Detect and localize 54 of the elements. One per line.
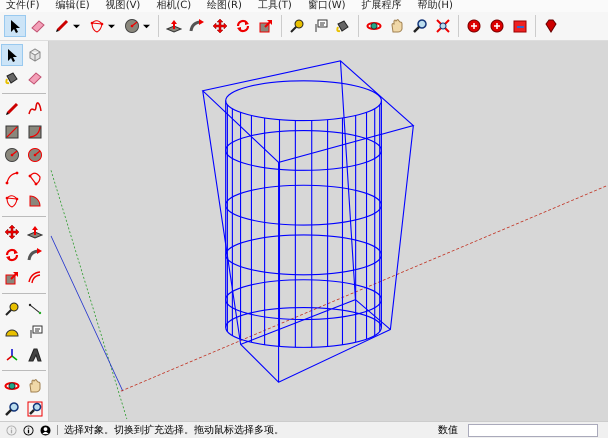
polygon-icon	[27, 147, 43, 163]
hand-icon	[389, 18, 405, 34]
zoom-icon	[4, 401, 20, 417]
circle-icon	[124, 18, 140, 34]
circle-icon	[4, 147, 20, 163]
axes-icon	[4, 347, 20, 363]
arc-icon	[89, 18, 105, 34]
hand-icon	[27, 378, 43, 394]
caret-icon	[73, 22, 80, 30]
freehand-icon	[27, 101, 43, 117]
arc-icon	[4, 170, 20, 186]
value-label: 数值	[438, 424, 458, 437]
menu-item[interactable]: 工具(T)	[258, 0, 292, 12]
cursor-tool-button[interactable]	[4, 15, 26, 37]
offset-icon	[27, 270, 43, 286]
arc-icon	[4, 193, 20, 209]
cursor-tool-button[interactable]	[1, 44, 23, 66]
rotate-icon	[4, 247, 20, 263]
rectangle-icon	[4, 124, 20, 140]
zoom-icon	[412, 18, 428, 34]
zoom-extents-icon	[435, 18, 451, 34]
menu-item[interactable]: 编辑(E)	[56, 0, 90, 12]
caret-icon	[108, 22, 115, 30]
gem-icon	[543, 18, 559, 34]
menu-item[interactable]: 绘图(R)	[207, 0, 242, 12]
scale-icon	[258, 18, 274, 34]
arc-icon	[27, 170, 43, 186]
eraser-icon	[27, 70, 43, 86]
info-icon[interactable]	[23, 424, 34, 436]
follow-me-icon	[189, 18, 205, 34]
cube-icon	[27, 47, 43, 63]
rectangle-icon	[27, 124, 43, 140]
tape-measure-icon	[289, 18, 305, 34]
user-icon[interactable]	[40, 424, 51, 436]
status-message: 选择对象。切换到扩充选择。拖动鼠标选择多项。	[64, 424, 285, 437]
tape-measure-icon	[4, 301, 20, 317]
push-pull-icon	[166, 18, 182, 34]
move-icon	[212, 18, 228, 34]
pencil-icon	[4, 101, 20, 117]
eraser-icon	[30, 18, 46, 34]
menu-item[interactable]: 帮助(H)	[418, 0, 453, 12]
rotate-icon	[235, 18, 251, 34]
pie-icon	[27, 193, 43, 209]
menu-item[interactable]: 视图(V)	[106, 0, 140, 12]
caret-icon	[143, 22, 150, 30]
zoom-window-icon	[27, 401, 43, 417]
scale-icon	[4, 270, 20, 286]
move-icon	[4, 224, 20, 240]
dimension-icon	[27, 301, 43, 317]
pencil-icon	[54, 18, 70, 34]
follow-me-icon	[27, 247, 43, 263]
value-field[interactable]	[468, 424, 598, 436]
menu-item[interactable]: 相机(C)	[156, 0, 192, 12]
push-pull-icon	[27, 224, 43, 240]
